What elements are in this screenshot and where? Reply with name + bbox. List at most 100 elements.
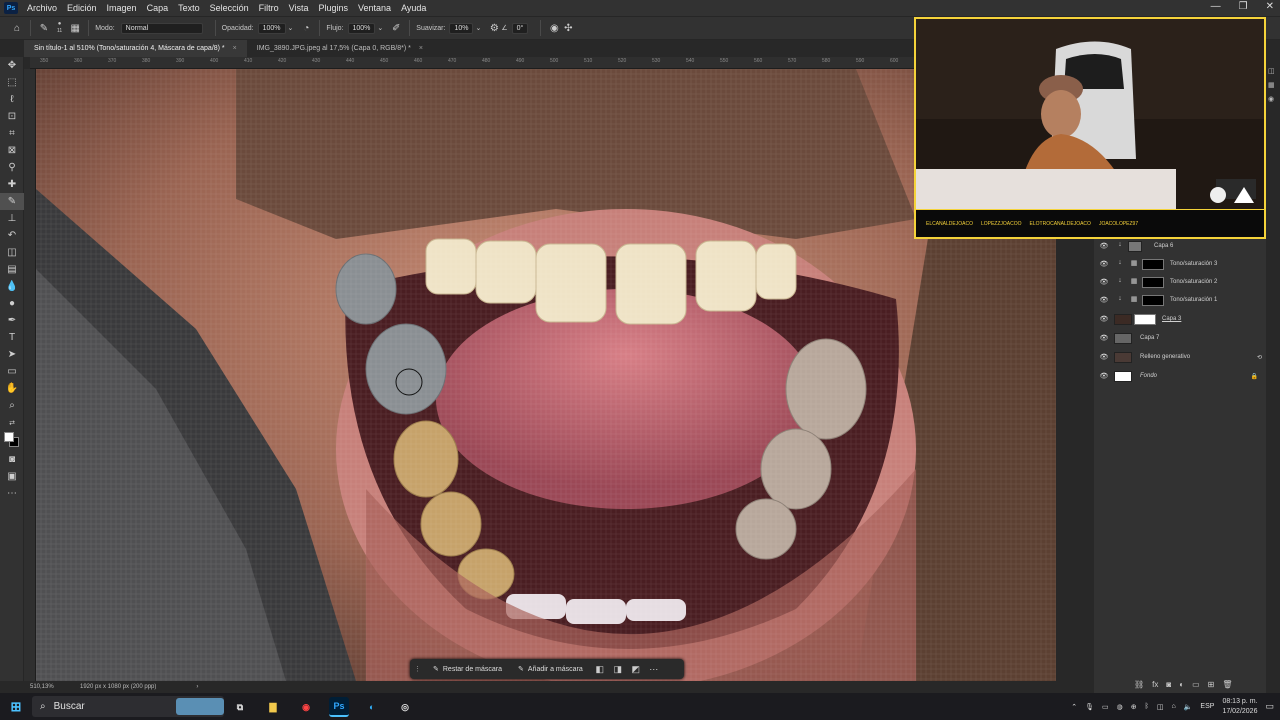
gear-icon[interactable]: ⚙ (487, 21, 501, 35)
search-box[interactable]: ⌕ Buscar (32, 696, 224, 717)
hand-tool-icon[interactable]: ✋ (0, 380, 24, 397)
trash-icon[interactable]: 🗑 (1222, 680, 1232, 689)
menu-vista[interactable]: Vista (284, 3, 314, 13)
layer-row[interactable]: 👁 Relleno generativo ⟲ (1094, 348, 1266, 366)
brush-tool-icon[interactable]: ✎ (0, 193, 24, 210)
history-brush-icon[interactable]: ↶ (0, 227, 24, 244)
flow-input[interactable]: 100% (347, 22, 376, 34)
task-view-icon[interactable]: ⧉ (230, 697, 250, 717)
invert-mask-icon[interactable]: ◨ (609, 664, 627, 675)
home-icon[interactable]: ⌂ (10, 21, 24, 35)
type-tool-icon[interactable]: T (0, 329, 24, 346)
close-icon[interactable]: ✕ (1266, 1, 1274, 12)
panel-icon[interactable]: ▦ (1268, 79, 1275, 93)
frame-tool-icon[interactable]: ⊠ (0, 142, 24, 159)
rectangle-tool-icon[interactable]: ▭ (0, 363, 24, 380)
adjustment-layer-icon[interactable]: ◐ (1179, 680, 1184, 689)
link-icon[interactable]: ⛓ (1134, 680, 1144, 689)
menu-capa[interactable]: Capa (142, 3, 174, 13)
mask-options-icon[interactable]: ◧ (591, 664, 609, 675)
new-layer-icon[interactable]: ⊞ (1208, 680, 1215, 689)
menu-ventana[interactable]: Ventana (353, 3, 396, 13)
blur-tool-icon[interactable]: 💧 (0, 278, 24, 295)
chevron-right-icon[interactable]: › (196, 684, 198, 690)
eye-icon[interactable]: 👁 (1094, 242, 1114, 250)
brush-settings-icon[interactable]: ▦ (68, 21, 82, 35)
menu-ayuda[interactable]: Ayuda (396, 3, 431, 13)
tray-app-icon[interactable]: ⊕ (1131, 703, 1137, 711)
mode-select[interactable]: Normal (120, 22, 203, 34)
pen-tool-icon[interactable]: ✒ (0, 312, 24, 329)
language-indicator[interactable]: ESP (1200, 703, 1214, 710)
color-swatches[interactable] (0, 431, 24, 451)
file-explorer-icon[interactable]: ▇ (263, 697, 283, 717)
object-select-icon[interactable]: ⊡ (0, 108, 24, 125)
panel-icon[interactable]: ◫ (1268, 65, 1275, 79)
chevron-down-icon[interactable]: ⌄ (288, 24, 294, 32)
more-options-icon[interactable]: ⋯ (645, 664, 663, 675)
tab-sin-titulo[interactable]: Sin título-1 al 510% (Tono/saturación 4,… (24, 40, 247, 57)
zoom-tool-icon[interactable]: ⌕ (0, 397, 24, 414)
drag-handle-icon[interactable]: ⋮ (414, 665, 421, 673)
tab-img3890[interactable]: IMG_3890.JPG.jpeg al 17,5% (Capa 0, RGB/… (247, 40, 433, 57)
group-icon[interactable]: ▭ (1192, 680, 1200, 689)
pressure-opacity-icon[interactable]: ◔ (299, 21, 313, 35)
microphone-icon[interactable]: 🎙 (1085, 703, 1094, 711)
move-tool-icon[interactable]: ✥ (0, 57, 24, 74)
panel-icon[interactable]: ◉ (1268, 93, 1275, 107)
menu-texto[interactable]: Texto (173, 3, 205, 13)
menu-filtro[interactable]: Filtro (254, 3, 284, 13)
fx-icon[interactable]: fx (1152, 680, 1158, 689)
mask-properties-icon[interactable]: ◩ (627, 664, 645, 675)
stamp-tool-icon[interactable]: ⊥ (0, 210, 24, 227)
add-to-mask-button[interactable]: ✎ Añadir a máscara (510, 665, 591, 674)
pressure-size-icon[interactable]: ◉ (547, 21, 561, 35)
eye-icon[interactable]: 👁 (1094, 353, 1114, 361)
marquee-tool-icon[interactable]: ⬚ (0, 74, 24, 91)
eye-icon[interactable]: 👁 (1094, 315, 1114, 323)
menu-imagen[interactable]: Imagen (102, 3, 142, 13)
airbrush-icon[interactable]: ✐ (389, 21, 403, 35)
chrome-icon[interactable]: ◉ (296, 697, 316, 717)
volume-icon[interactable]: 🔈 (1184, 703, 1193, 711)
subtract-from-mask-button[interactable]: ✎ Restar de máscara (425, 665, 510, 674)
lasso-tool-icon[interactable]: ℓ (0, 91, 24, 108)
foreground-color-swatch[interactable] (4, 432, 14, 442)
brush-preset-picker[interactable]: ● 11 (57, 21, 62, 35)
notifications-icon[interactable]: ▭ (1265, 701, 1274, 712)
minimize-icon[interactable]: — (1211, 1, 1221, 12)
tray-app-icon[interactable]: ◫ (1157, 703, 1164, 711)
eye-icon[interactable]: 👁 (1094, 260, 1114, 268)
brush-tool-icon[interactable]: ✎ (37, 21, 51, 35)
generative-icon[interactable]: ⟲ (1257, 354, 1262, 361)
menu-archivo[interactable]: Archivo (22, 3, 62, 13)
close-icon[interactable]: × (419, 45, 423, 52)
smoothing-input[interactable]: 10% (449, 22, 474, 34)
layer-row[interactable]: 👁 Capa 3 (1094, 310, 1266, 328)
close-icon[interactable]: × (233, 45, 237, 52)
network-icon[interactable]: ⌂ (1171, 703, 1175, 710)
layer-row[interactable]: 👁 Capa 7 (1094, 329, 1266, 347)
opacity-input[interactable]: 100% (257, 22, 286, 34)
layer-row[interactable]: 👁 ↓ ▦ Tono/saturación 2 (1094, 273, 1266, 291)
screen-mode-icon[interactable]: ▣ (0, 468, 24, 485)
angle-input[interactable]: 0° (511, 22, 529, 34)
bluetooth-icon[interactable]: ᛒ (1145, 703, 1149, 710)
swap-colors-icon[interactable]: ⇄ (0, 414, 24, 431)
eye-icon[interactable]: 👁 (1094, 334, 1114, 342)
layer-row[interactable]: 👁 Fondo 🔒 (1094, 367, 1266, 385)
menu-seleccion[interactable]: Selección (205, 3, 254, 13)
maximize-icon[interactable]: ❐ (1239, 1, 1248, 12)
path-select-icon[interactable]: ➤ (0, 346, 24, 363)
eye-icon[interactable]: 👁 (1094, 278, 1114, 286)
clock[interactable]: 08:13 p. m. 17/02/2026 (1222, 697, 1257, 717)
eye-icon[interactable]: 👁 (1094, 372, 1114, 380)
layer-row[interactable]: 👁 ↓ ▦ Tono/saturación 1 (1094, 291, 1266, 309)
windows-start-icon[interactable]: ⊞ (6, 697, 26, 717)
add-mask-icon[interactable]: ◙ (1166, 680, 1171, 689)
eye-icon[interactable]: 👁 (1094, 296, 1114, 304)
eyedropper-icon[interactable]: ⚲ (0, 159, 24, 176)
edge-icon[interactable]: ◐ (362, 697, 382, 717)
layer-row[interactable]: 👁 ↓ ▦ Tono/saturación 3 (1094, 255, 1266, 273)
quick-mask-icon[interactable]: ◙ (0, 451, 24, 468)
